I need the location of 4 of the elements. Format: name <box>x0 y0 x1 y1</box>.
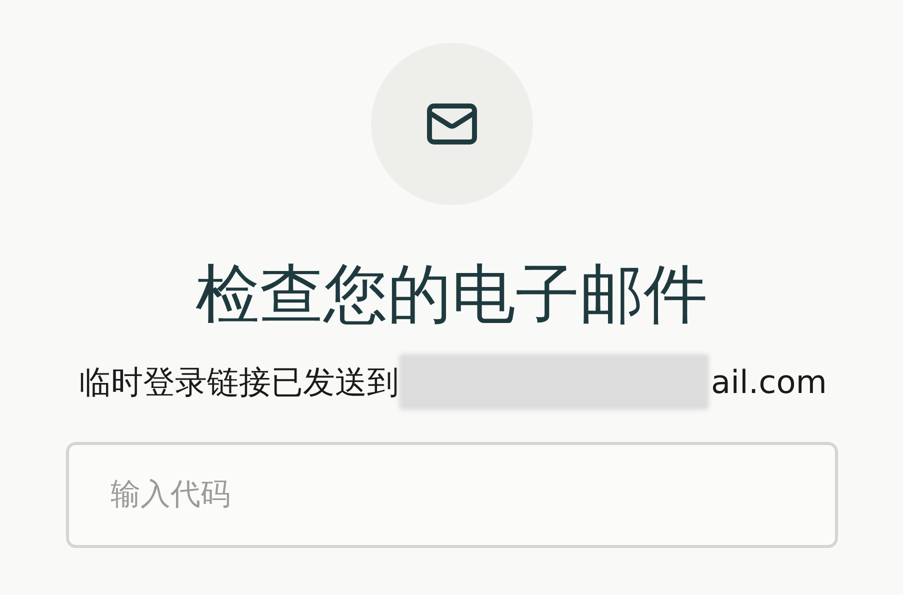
email-text: ail.com <box>711 362 827 403</box>
heading: 检查您的电子邮件 <box>196 257 708 334</box>
code-input-field[interactable]: 输入代码 <box>66 442 838 548</box>
message-text: 临时登录链接已发送到 <box>79 362 400 403</box>
